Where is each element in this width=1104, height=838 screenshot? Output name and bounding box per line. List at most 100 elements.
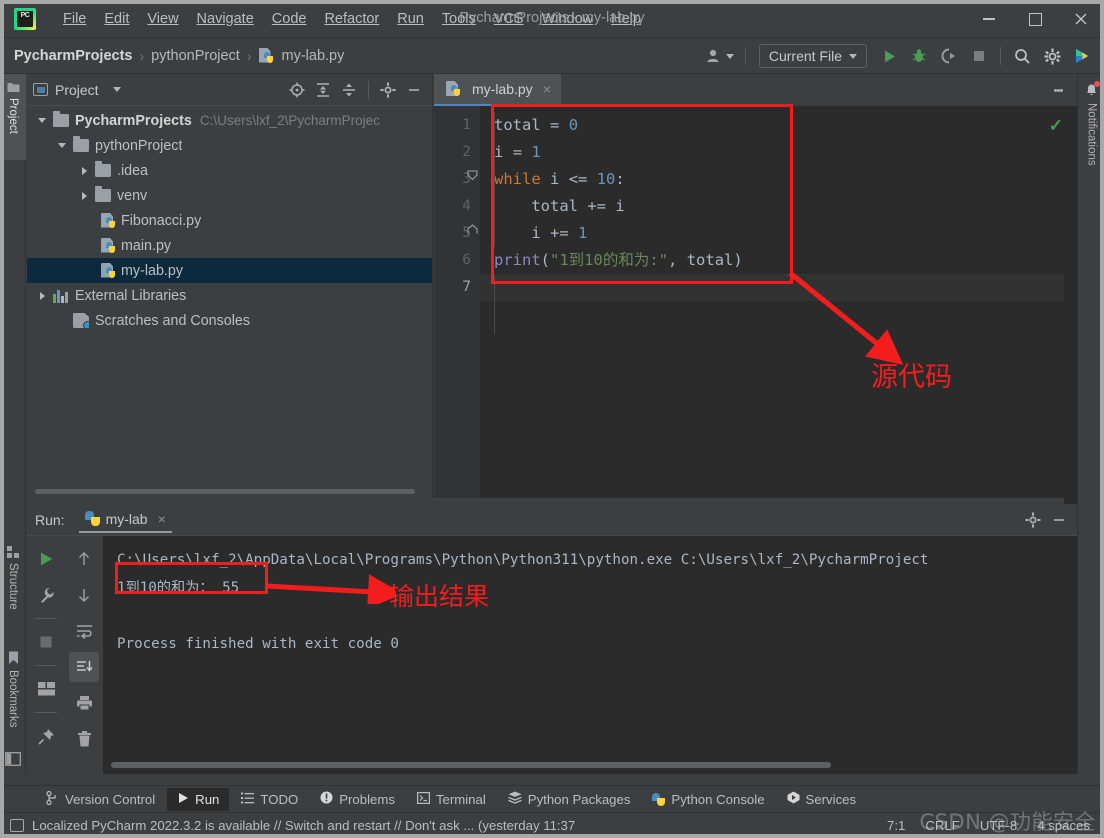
tree-item-fibonacci[interactable]: Fibonacci.py xyxy=(27,208,432,233)
print-icon[interactable] xyxy=(69,688,99,718)
settings-icon[interactable] xyxy=(376,78,400,102)
tree-item-main[interactable]: main.py xyxy=(27,233,432,258)
collapse-all-icon[interactable] xyxy=(337,78,361,102)
project-panel-scrollbar[interactable] xyxy=(35,489,415,494)
tool-tab-python-packages[interactable]: Python Packages xyxy=(498,787,641,811)
expand-all-icon[interactable] xyxy=(311,78,335,102)
hide-icon[interactable] xyxy=(1047,508,1071,532)
stop-icon[interactable] xyxy=(965,42,993,70)
search-icon[interactable] xyxy=(1008,42,1036,70)
close-icon[interactable]: × xyxy=(543,81,551,97)
run-tab-my-lab[interactable]: my-lab × xyxy=(78,507,172,533)
breadcrumb-item-file[interactable]: my-lab.py xyxy=(282,48,345,64)
editor-gutter[interactable]: 1 2 3 4 5 6 7 xyxy=(434,106,480,498)
up-icon[interactable] xyxy=(69,544,99,574)
menu-view[interactable]: View xyxy=(138,8,187,30)
settings-icon[interactable] xyxy=(1038,42,1066,70)
tree-item-my-lab[interactable]: my-lab.py xyxy=(27,258,432,283)
menu-window[interactable]: Window xyxy=(533,8,603,30)
tool-tab-services[interactable]: Services xyxy=(777,787,867,811)
menu-code[interactable]: Code xyxy=(263,8,316,30)
run-icon[interactable] xyxy=(875,42,903,70)
menu-help[interactable]: Help xyxy=(602,8,650,30)
chevron-down-icon[interactable] xyxy=(55,143,69,148)
toggle-tool-windows-icon[interactable] xyxy=(0,744,26,774)
soft-wrap-icon[interactable] xyxy=(69,616,99,646)
tool-tab-python-console[interactable]: Python Console xyxy=(642,788,774,811)
down-icon[interactable] xyxy=(69,580,99,610)
ai-assistant-icon[interactable] xyxy=(1068,42,1096,70)
line-separator[interactable]: CRLF xyxy=(925,818,959,833)
menu-view-label: View xyxy=(147,10,179,27)
code-editor[interactable]: 1 2 3 4 5 6 7 total = 0 i = 1 while i <=… xyxy=(434,106,1077,530)
editor-options-icon[interactable] xyxy=(1045,74,1071,106)
close-icon[interactable]: × xyxy=(158,511,166,527)
trash-icon[interactable] xyxy=(69,724,99,754)
tree-item-pythonproject[interactable]: pythonProject xyxy=(27,133,432,158)
tree-item-pycharmprojects[interactable]: PycharmProjects C:\Users\lxf_2\PycharmPr… xyxy=(27,108,432,133)
tool-tab-problems[interactable]: Problems xyxy=(310,787,405,811)
run-configuration-selector[interactable]: Current File xyxy=(758,44,867,68)
sidebar-item-structure-label: Structure xyxy=(7,563,19,610)
close-icon[interactable] xyxy=(1058,0,1104,38)
console-scrollbar[interactable] xyxy=(111,762,831,768)
sidebar-item-notifications[interactable]: Notifications xyxy=(1078,74,1104,204)
pin-icon[interactable] xyxy=(31,721,61,751)
caret-position[interactable]: 7:1 xyxy=(887,818,905,833)
code-token: "1到10的和为:" xyxy=(550,251,669,269)
fold-collapse-icon[interactable] xyxy=(467,168,478,181)
menu-tools[interactable]: Tools xyxy=(433,8,485,30)
menu-file[interactable]: File xyxy=(54,8,95,30)
tool-tab-run[interactable]: Run xyxy=(167,787,230,811)
layout-icon[interactable] xyxy=(31,674,61,704)
hide-icon[interactable] xyxy=(402,78,426,102)
console-output[interactable]: C:\Users\lxf_2\AppData\Local\Programs\Py… xyxy=(103,536,1077,774)
chevron-down-icon xyxy=(849,53,857,59)
fold-end-icon[interactable] xyxy=(467,222,478,234)
editor-scrollbar[interactable] xyxy=(1064,138,1077,530)
chevron-right-icon[interactable] xyxy=(77,192,91,200)
menu-vcs[interactable]: VCS xyxy=(485,8,533,30)
chevron-right-icon[interactable] xyxy=(77,167,91,175)
tool-tab-todo[interactable]: TODO xyxy=(231,788,308,811)
debug-icon[interactable] xyxy=(905,42,933,70)
sidebar-item-structure[interactable]: Structure xyxy=(0,539,26,633)
tree-item-external-libraries[interactable]: External Libraries xyxy=(27,283,432,308)
project-panel-title[interactable]: Project xyxy=(33,82,121,98)
tree-item-venv[interactable]: venv xyxy=(27,183,432,208)
settings-icon[interactable] xyxy=(1021,508,1045,532)
rerun-icon[interactable] xyxy=(31,544,61,574)
tool-tab-terminal[interactable]: Terminal xyxy=(407,788,496,811)
coverage-icon[interactable] xyxy=(935,42,963,70)
indent-setting[interactable]: 4 spaces xyxy=(1037,818,1090,833)
menu-edit[interactable]: Edit xyxy=(95,8,138,30)
sidebar-item-project[interactable]: Project xyxy=(0,74,26,160)
maximize-icon[interactable] xyxy=(1012,0,1058,38)
tool-tab-version-control[interactable]: Version Control xyxy=(36,787,165,812)
console-line: Process finished with exit code 0 xyxy=(117,636,399,652)
wrench-icon[interactable] xyxy=(31,580,61,610)
tree-item-scratches[interactable]: Scratches and Consoles xyxy=(27,308,432,333)
scroll-to-end-icon[interactable] xyxy=(69,652,99,682)
stop-icon[interactable] xyxy=(31,627,61,657)
editor-tab-my-lab[interactable]: my-lab.py × xyxy=(434,74,561,106)
inspection-status-icon[interactable]: ✓ xyxy=(1049,116,1063,136)
tree-item-idea[interactable]: .idea xyxy=(27,158,432,183)
status-message[interactable]: Localized PyCharm 2022.3.2 is available … xyxy=(32,818,575,833)
python-file-icon xyxy=(101,212,117,229)
sidebar-item-bookmarks[interactable]: Bookmarks xyxy=(0,644,26,748)
message-icon[interactable] xyxy=(10,819,24,832)
breadcrumb-item-project[interactable]: pythonProject xyxy=(151,48,240,64)
file-encoding[interactable]: UTF-8 xyxy=(980,818,1017,833)
chevron-right-icon[interactable] xyxy=(35,292,49,300)
menu-run[interactable]: Run xyxy=(388,8,433,30)
user-icon[interactable] xyxy=(706,48,734,64)
menu-navigate[interactable]: Navigate xyxy=(188,8,263,30)
menu-refactor[interactable]: Refactor xyxy=(315,8,388,30)
minimize-icon[interactable] xyxy=(966,0,1012,38)
breadcrumb-item-root[interactable]: PycharmProjects xyxy=(14,48,132,64)
code-text[interactable]: total = 0 i = 1 while i <= 10: total += … xyxy=(480,106,1077,498)
folder-icon xyxy=(95,186,111,202)
chevron-down-icon[interactable] xyxy=(35,118,49,123)
locate-icon[interactable] xyxy=(285,78,309,102)
